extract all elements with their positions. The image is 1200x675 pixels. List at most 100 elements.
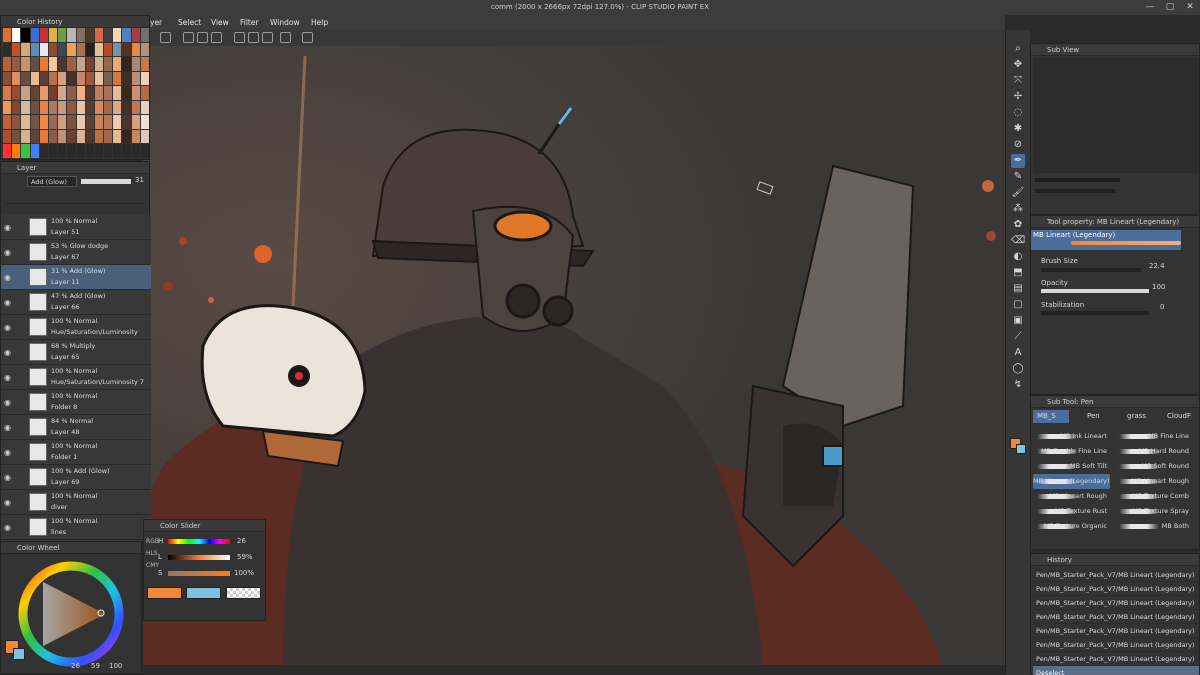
color-swatch[interactable] <box>58 129 67 144</box>
color-swatch[interactable] <box>140 100 149 115</box>
color-swatch[interactable] <box>48 115 58 129</box>
color-swatch[interactable] <box>39 42 48 57</box>
color-swatch[interactable] <box>140 42 149 57</box>
correct-line-icon[interactable]: ↯ <box>1011 378 1025 392</box>
hue-ring[interactable] <box>15 560 127 668</box>
sub-view-area[interactable] <box>1033 58 1199 173</box>
color-swatch[interactable] <box>58 42 67 57</box>
opacity-slider[interactable] <box>1041 289 1149 293</box>
frame-icon[interactable]: ▣ <box>1011 314 1025 328</box>
brush-icon[interactable]: 🖌 <box>1011 186 1025 200</box>
ruler-icon[interactable]: ⟋ <box>1011 330 1025 344</box>
color-swatch[interactable] <box>48 57 58 71</box>
color-swatch[interactable] <box>30 71 39 86</box>
color-swatch[interactable] <box>122 86 131 100</box>
color-swatch[interactable] <box>58 100 67 115</box>
color-swatch[interactable] <box>76 71 85 86</box>
color-swatch[interactable] <box>113 129 122 144</box>
visibility-eye-icon[interactable]: ◉ <box>4 473 11 482</box>
balloon-icon[interactable]: ◯ <box>1011 362 1025 376</box>
color-swatch[interactable] <box>39 115 48 129</box>
brush-item[interactable]: MB Double Fine Line <box>1033 444 1110 459</box>
menu-filter[interactable]: Filter <box>240 15 259 30</box>
eraser-icon[interactable]: ⌫ <box>1011 234 1025 248</box>
color-swatch[interactable] <box>76 144 85 158</box>
visibility-eye-icon[interactable]: ◉ <box>4 273 11 282</box>
color-swatch[interactable] <box>48 28 58 42</box>
color-swatch[interactable] <box>131 144 140 158</box>
brush-item[interactable]: MB Texture Rust <box>1033 504 1110 519</box>
color-swatch[interactable] <box>39 129 48 144</box>
brush-item[interactable]: MB Lineart (Legendary) <box>1033 474 1110 489</box>
blend-icon[interactable]: ◐ <box>1011 250 1025 264</box>
color-swatch[interactable] <box>21 129 30 144</box>
eyedropper-icon[interactable]: ⊘ <box>1011 138 1025 152</box>
brush-item[interactable]: MB Fine Line <box>1115 429 1192 444</box>
tab-cmy[interactable]: CMY <box>146 560 159 572</box>
color-swatch[interactable] <box>76 129 85 144</box>
brush-item[interactable]: MB Lineart Rough <box>1115 474 1192 489</box>
color-swatch[interactable] <box>85 129 94 144</box>
color-swatch[interactable] <box>131 71 140 86</box>
visibility-eye-icon[interactable]: ◉ <box>4 248 11 257</box>
color-swatch[interactable] <box>67 144 76 158</box>
scale-icon[interactable] <box>248 32 259 43</box>
layer-row[interactable]: ◉ 68 % Multiply Layer 65 <box>1 340 151 365</box>
layer-row[interactable]: ◉ 47 % Add (Glow) Layer 66 <box>1 290 151 315</box>
color-swatch[interactable] <box>85 115 94 129</box>
history-item[interactable]: Pen/MB_Starter_Pack_V7/MB Lineart (Legen… <box>1033 610 1199 624</box>
history-item[interactable]: Pen/MB_Starter_Pack_V7/MB Lineart (Legen… <box>1033 652 1199 666</box>
brush-item[interactable]: MB Texture Spray <box>1115 504 1192 519</box>
color-swatch[interactable] <box>12 86 21 100</box>
sub-color-swatch[interactable] <box>13 648 25 660</box>
visibility-eye-icon[interactable]: ◉ <box>4 448 11 457</box>
color-swatch[interactable] <box>3 115 12 129</box>
color-swatch[interactable] <box>113 115 122 129</box>
color-swatch[interactable] <box>122 100 131 115</box>
color-swatch[interactable] <box>76 115 85 129</box>
color-swatch[interactable] <box>85 42 94 57</box>
visibility-eye-icon[interactable]: ◉ <box>4 373 11 382</box>
color-swatch[interactable] <box>104 28 113 42</box>
color-swatch[interactable] <box>3 129 12 144</box>
color-swatch[interactable] <box>3 28 12 42</box>
menu-select[interactable]: Select <box>178 15 201 30</box>
minimize-button[interactable]: — <box>1140 0 1160 15</box>
color-swatch[interactable] <box>76 28 85 42</box>
color-swatch[interactable] <box>104 57 113 71</box>
tab-cloud[interactable]: CloudF <box>1163 410 1199 423</box>
color-swatch[interactable] <box>131 129 140 144</box>
lasso-icon[interactable]: ◌ <box>1011 106 1025 120</box>
color-swatch[interactable] <box>94 86 104 100</box>
color-swatch[interactable] <box>140 86 149 100</box>
color-swatch[interactable] <box>39 71 48 86</box>
color-swatch[interactable] <box>140 71 149 86</box>
color-swatch[interactable] <box>113 144 122 158</box>
color-swatch[interactable] <box>12 28 21 42</box>
color-swatch[interactable] <box>122 57 131 71</box>
figure-icon[interactable]: ▢ <box>1011 298 1025 312</box>
color-swatch[interactable] <box>113 57 122 71</box>
color-swatch[interactable] <box>131 57 140 71</box>
pencil-icon[interactable]: ✎ <box>1011 170 1025 184</box>
tab-mb-s[interactable]: MB_S <box>1033 410 1069 423</box>
color-swatch[interactable] <box>30 129 39 144</box>
color-swatch[interactable] <box>94 100 104 115</box>
main-color-chip[interactable] <box>147 587 182 599</box>
color-swatch[interactable] <box>21 86 30 100</box>
brush-item[interactable]: MB Lineart Rough <box>1033 489 1110 504</box>
color-swatch[interactable] <box>48 42 58 57</box>
color-swatch[interactable] <box>39 86 48 100</box>
color-swatch[interactable] <box>48 144 58 158</box>
color-swatch[interactable] <box>58 57 67 71</box>
layer-row[interactable]: ◉ 100 % Normal Folder 1 <box>1 440 151 465</box>
color-swatch[interactable] <box>113 100 122 115</box>
invert-selection-icon[interactable] <box>197 32 208 43</box>
saturation-slider[interactable] <box>168 571 230 576</box>
visibility-eye-icon[interactable]: ◉ <box>4 423 11 432</box>
color-swatch[interactable] <box>3 100 12 115</box>
history-item[interactable]: Pen/MB_Starter_Pack_V7/MB Lineart (Legen… <box>1033 582 1199 596</box>
history-item[interactable]: Pen/MB_Starter_Pack_V7/MB Lineart (Legen… <box>1033 624 1199 638</box>
color-swatch[interactable] <box>12 71 21 86</box>
color-swatch[interactable] <box>104 86 113 100</box>
